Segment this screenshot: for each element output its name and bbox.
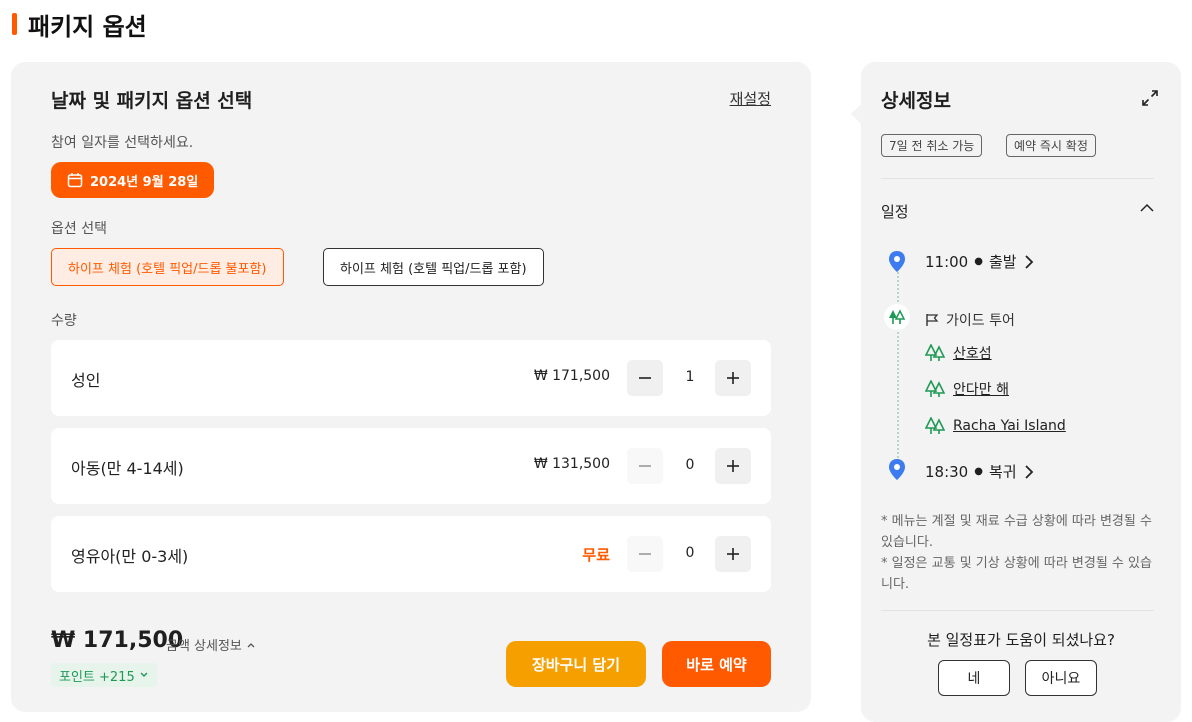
menu-notice: * 메뉴는 계절 및 재료 수급 상황에 따라 변경될 수 있습니다.: [881, 514, 1152, 550]
date-label: 참여 일자를 선택하세요.: [51, 135, 194, 151]
date-select-button[interactable]: 2024년 9월 28일: [51, 162, 215, 198]
book-now-button[interactable]: 바로 예약: [662, 641, 771, 687]
points-label: 포인트 +215: [59, 669, 135, 685]
plus-icon: [727, 548, 739, 560]
ticket-price: 무료: [582, 546, 610, 564]
reset-button[interactable]: 재설정: [730, 88, 771, 109]
flag-icon: [926, 314, 939, 326]
plus-icon: [727, 372, 739, 384]
date-value: 2024년 9월 28일: [90, 174, 199, 190]
place-link[interactable]: 안다만 해: [953, 379, 1009, 399]
bullet-dot: ●: [974, 256, 983, 267]
guide-tour-row: 가이드 투어: [925, 310, 1015, 330]
chevron-up-icon[interactable]: [1139, 200, 1155, 220]
place-link[interactable]: 산호섬: [953, 343, 992, 363]
details-title: 상세정보: [881, 90, 951, 112]
chevron-up-icon: [247, 642, 255, 647]
depart-item[interactable]: 11:00 ● 출발: [925, 251, 1035, 272]
place-link[interactable]: Racha Yai Island: [953, 418, 1066, 434]
divider: [881, 610, 1154, 611]
option-without-pickup[interactable]: 하이프 체험 (호텔 픽업/드롭 불포함): [51, 248, 284, 286]
option-with-pickup[interactable]: 하이프 체험 (호텔 픽업/드롭 포함): [323, 248, 544, 286]
depart-label: 출발: [988, 253, 1017, 271]
option-label: 옵션 선택: [51, 221, 107, 237]
place-item[interactable]: Racha Yai Island: [925, 417, 1066, 435]
minus-icon: [639, 465, 651, 467]
quantity-value: 1: [685, 369, 695, 385]
feedback-no-button[interactable]: 아니요: [1025, 660, 1097, 696]
ticket-price: ₩ 131,500: [533, 456, 610, 472]
place-item[interactable]: 안다만 해: [925, 379, 1009, 399]
panel-notch: [851, 104, 861, 124]
price-detail-toggle[interactable]: 금액 상세정보: [166, 635, 256, 654]
ticket-price: ₩ 171,500: [533, 368, 610, 384]
quantity-row-infant: 영유아(만 0-3세) 무료 0: [51, 516, 771, 592]
chevron-right-icon: [1024, 254, 1033, 269]
schedule-title: 일정: [881, 203, 909, 221]
expand-icon[interactable]: [1141, 89, 1159, 111]
feedback-yes-button[interactable]: 네: [938, 660, 1010, 696]
location-pin-icon: [887, 458, 907, 486]
cancellation-badge: 7일 전 취소 가능: [881, 134, 983, 157]
details-panel: 상세정보 7일 전 취소 가능 예약 즉시 확정 일정 11:00 ● 출발 가…: [851, 62, 1181, 722]
return-item[interactable]: 18:30 ● 복귀: [925, 461, 1035, 482]
schedule-notice: * 일정은 교통 및 기상 상황에 따라 변경될 수 있습니다.: [881, 556, 1152, 592]
instant-confirm-badge: 예약 즉시 확정: [1006, 134, 1096, 157]
calendar-icon: [67, 172, 83, 188]
decrease-child-button[interactable]: [627, 448, 663, 484]
ticket-type-label: 영유아(만 0-3세): [71, 547, 189, 566]
tour-icon: [884, 304, 910, 330]
divider: [881, 178, 1154, 179]
location-pin-icon: [887, 250, 907, 278]
title-accent-bar: [12, 13, 17, 35]
plus-icon: [727, 460, 739, 472]
page-title: 패키지 옵션: [12, 8, 147, 41]
increase-adult-button[interactable]: [715, 360, 751, 396]
tree-icon: [925, 344, 945, 361]
total-price: ₩ 171,500: [51, 628, 184, 653]
return-label: 복귀: [988, 463, 1017, 481]
increase-infant-button[interactable]: [715, 536, 751, 572]
minus-icon: [639, 553, 651, 555]
page-title-text: 패키지 옵션: [28, 12, 147, 41]
option-selection-panel: 날짜 및 패키지 옵션 선택 재설정 참여 일자를 선택하세요. 2024년 9…: [11, 62, 811, 712]
place-item[interactable]: 산호섬: [925, 343, 992, 363]
depart-time: 11:00: [925, 252, 969, 271]
quantity-value: 0: [685, 457, 695, 473]
feedback-question: 본 일정표가 도움이 되셨나요?: [927, 631, 1115, 649]
quantity-row-child: 아동(만 4-14세) ₩ 131,500 0: [51, 428, 771, 504]
tree-icon: [925, 417, 945, 434]
add-to-cart-button[interactable]: 장바구니 담기: [506, 641, 646, 687]
decrease-infant-button[interactable]: [627, 536, 663, 572]
return-time: 18:30: [925, 462, 969, 481]
increase-child-button[interactable]: [715, 448, 751, 484]
bullet-dot: ●: [974, 466, 983, 477]
quantity-label: 수량: [51, 313, 77, 329]
minus-icon: [639, 377, 651, 379]
ticket-type-label: 아동(만 4-14세): [71, 459, 184, 478]
points-badge[interactable]: 포인트 +215: [51, 663, 157, 687]
quantity-value: 0: [685, 545, 695, 561]
tree-icon: [925, 380, 945, 397]
chevron-right-icon: [1024, 464, 1033, 479]
quantity-row-adult: 성인 ₩ 171,500 1: [51, 340, 771, 416]
timeline-line: [897, 272, 899, 462]
selection-heading: 날짜 및 패키지 옵션 선택: [51, 90, 253, 112]
price-detail-label: 금액 상세정보: [166, 639, 242, 654]
ticket-type-label: 성인: [71, 371, 101, 390]
guide-tour-label: 가이드 투어: [946, 313, 1015, 329]
decrease-adult-button[interactable]: [627, 360, 663, 396]
chevron-down-icon: [140, 672, 148, 677]
